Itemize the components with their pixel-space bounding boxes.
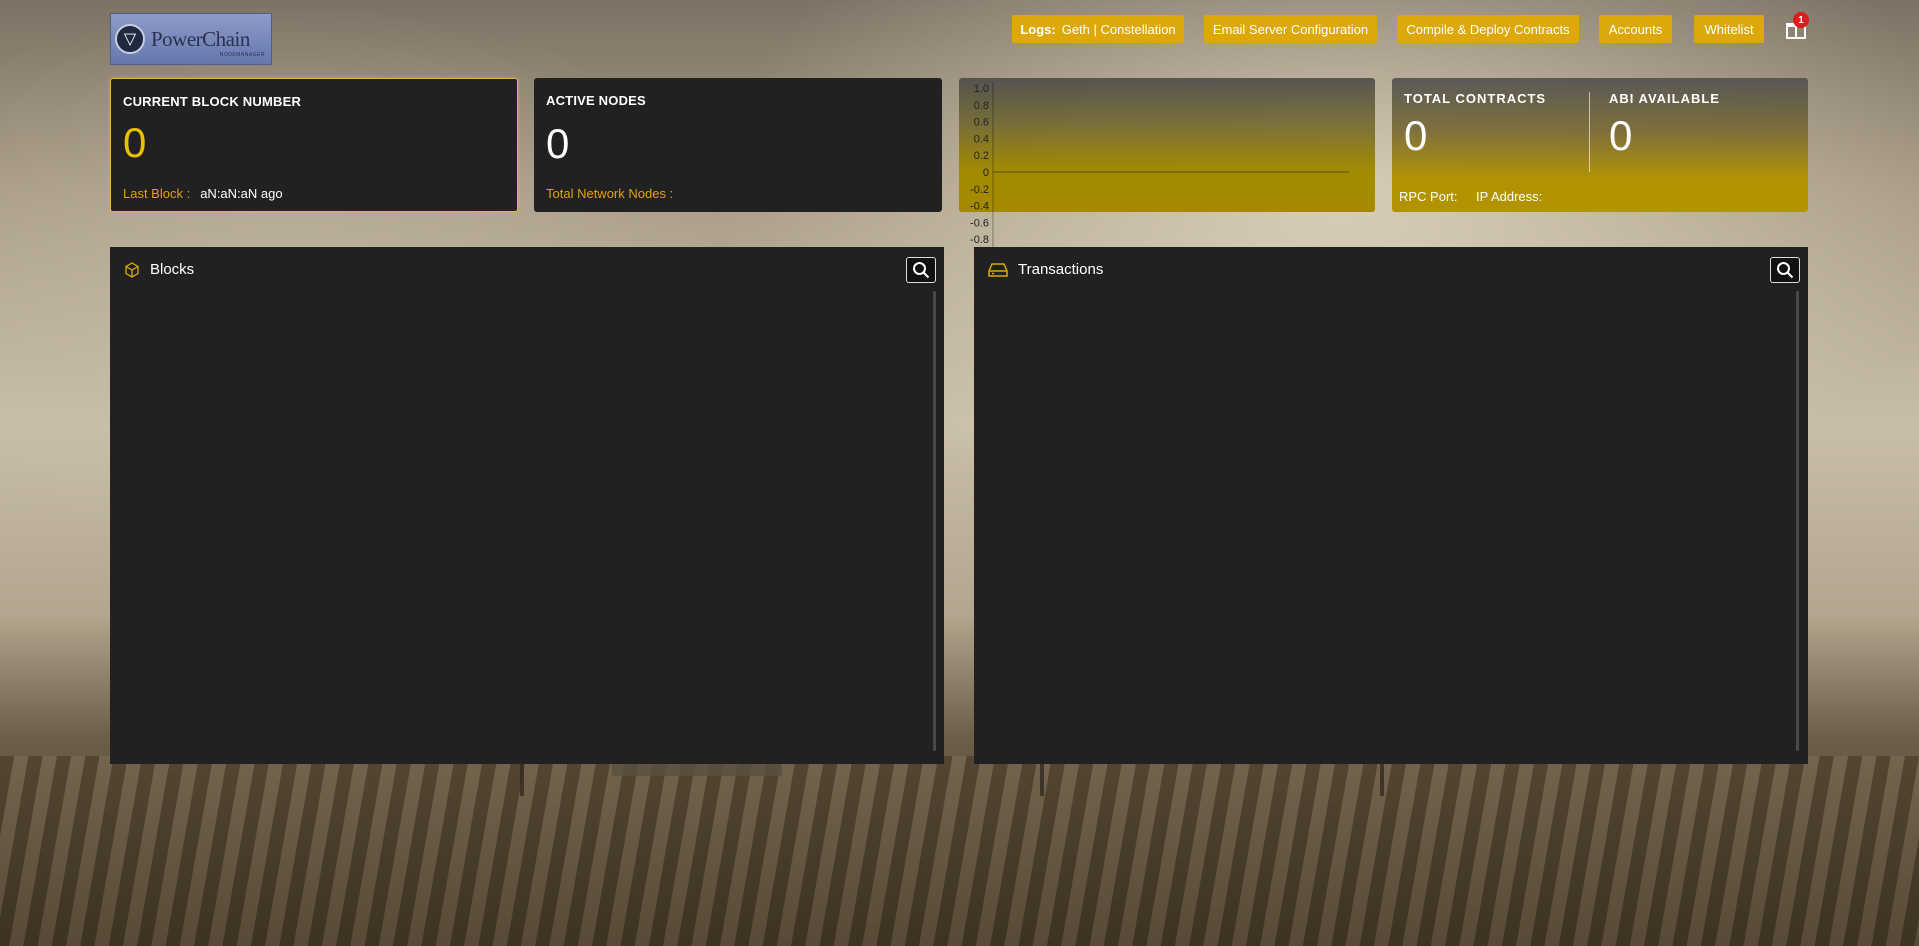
transactions-search-button[interactable] xyxy=(1770,257,1800,283)
total-contracts-title: TOTAL CONTRACTS xyxy=(1404,91,1547,106)
active-nodes-card: ACTIVE NODES 0 Total Network Nodes : xyxy=(534,78,942,212)
total-contracts-value: 0 xyxy=(1404,112,1428,159)
blocks-header: Blocks xyxy=(124,261,194,278)
active-nodes-title: ACTIVE NODES xyxy=(546,93,646,108)
abi-available-title: ABI AVAILABLE xyxy=(1609,91,1720,106)
transactions-scrollbar[interactable] xyxy=(1796,291,1799,751)
powerchain-logo[interactable]: ▽ PowerChain NODEMANAGER xyxy=(110,13,272,65)
chart-y-tick-label: 0 xyxy=(983,167,989,179)
transactions-panel: Transactions xyxy=(974,247,1808,764)
blocks-panel: Blocks xyxy=(110,247,944,764)
blocks-search-button[interactable] xyxy=(906,257,936,283)
contracts-card: TOTAL CONTRACTS 0 ABI AVAILABLE 0 RPC Po… xyxy=(1392,78,1808,212)
email-server-config-button[interactable]: Email Server Configuration xyxy=(1204,15,1377,43)
active-nodes-value: 0 xyxy=(546,120,570,167)
logs-prefix: Logs: xyxy=(1020,21,1056,37)
chart-y-tick-label: 0.6 xyxy=(974,117,989,129)
tray-icon xyxy=(988,262,1008,277)
transactions-header: Transactions xyxy=(988,261,1103,278)
blocks-scrollbar[interactable] xyxy=(933,291,936,751)
chart-y-tick-label: -0.2 xyxy=(970,184,989,196)
chart-y-tick-label: -0.4 xyxy=(970,201,989,213)
logo-mark-icon: ▽ xyxy=(115,24,145,54)
transactions-title: Transactions xyxy=(1018,261,1104,278)
chart-y-tick-label: 0.8 xyxy=(974,100,989,112)
logo-subtitle: NODEMANAGER xyxy=(219,52,265,58)
cube-icon xyxy=(125,261,139,278)
chart-y-tick-label: 1.0 xyxy=(974,83,989,95)
background-ground xyxy=(0,756,1919,946)
compile-deploy-button[interactable]: Compile & Deploy Contracts xyxy=(1397,15,1579,43)
contracts-divider xyxy=(1589,92,1590,172)
block-chart-card: 1.00.80.60.40.20-0.2-0.4-0.6-0.8-1 xyxy=(959,78,1375,263)
total-network-nodes-label: Total Network Nodes : xyxy=(546,186,674,201)
logo-brand: PowerChain xyxy=(151,26,250,51)
current-block-value: 0 xyxy=(123,119,147,166)
current-block-card: CURRENT BLOCK NUMBER 0 Last Block : aN:a… xyxy=(110,78,518,212)
search-icon xyxy=(913,262,930,279)
chart-y-tick-label: 0.4 xyxy=(974,133,989,145)
last-block-value: aN:aN:aN ago xyxy=(200,186,283,201)
block-chart: 1.00.80.60.40.20-0.2-0.4-0.6-0.8-1 xyxy=(970,82,1349,263)
rpc-port-label: RPC Port: xyxy=(1399,189,1458,204)
chart-y-tick-label: -0.6 xyxy=(970,217,989,229)
chart-y-tick-label: 0.2 xyxy=(974,150,989,162)
ip-address-label: IP Address: xyxy=(1476,189,1543,204)
notification-badge: 1 xyxy=(1793,12,1809,28)
search-icon xyxy=(1777,262,1794,279)
logs-button[interactable]: Logs: Geth | Constellation xyxy=(1012,15,1184,43)
chart-y-tick-label: -0.8 xyxy=(970,234,989,246)
last-block-label: Last Block : xyxy=(123,186,191,201)
whitelist-button[interactable]: Whitelist xyxy=(1694,15,1764,43)
current-block-title: CURRENT BLOCK NUMBER xyxy=(123,94,302,109)
abi-available-value: 0 xyxy=(1609,112,1633,159)
logs-label: Geth | Constellation xyxy=(1061,21,1176,37)
blocks-title: Blocks xyxy=(150,261,195,278)
accounts-button[interactable]: Accounts xyxy=(1599,15,1672,43)
